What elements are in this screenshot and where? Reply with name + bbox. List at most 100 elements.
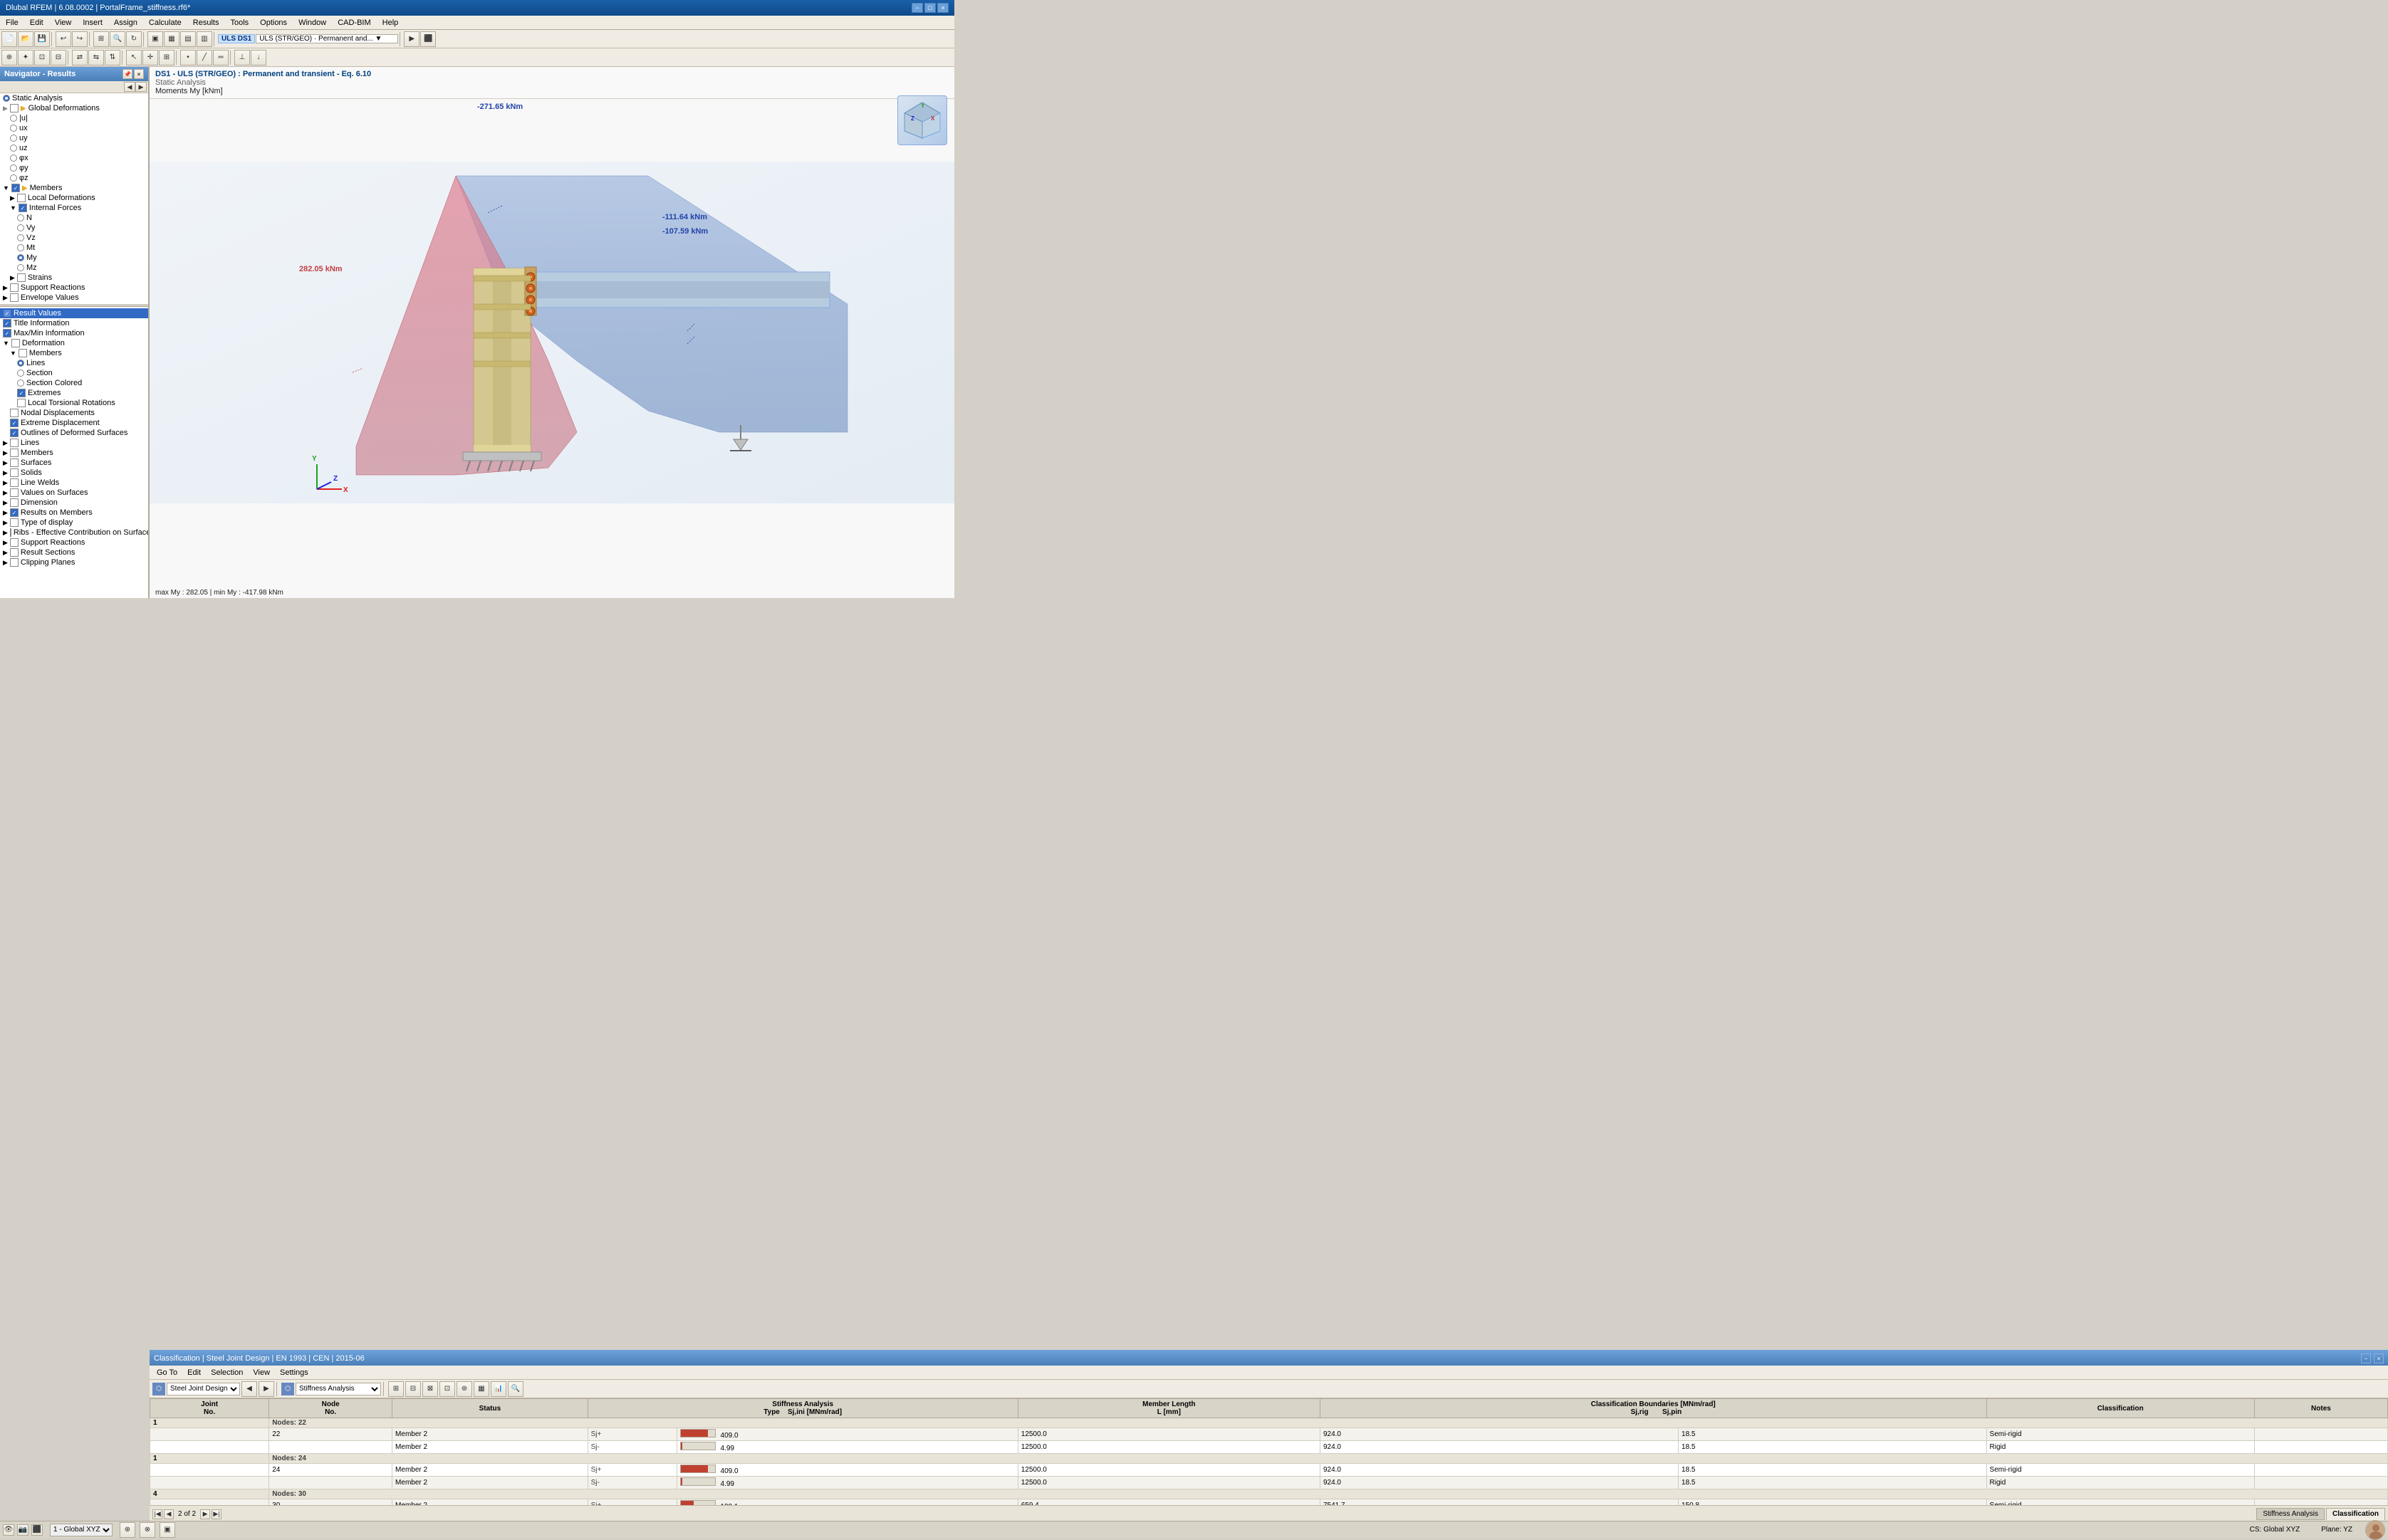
tb-btn-4[interactable]: ▥ (197, 31, 212, 47)
panel-close-btn[interactable]: × (2374, 1353, 2384, 1363)
expand-icon[interactable]: ▶ (10, 274, 15, 282)
expand-icon[interactable]: ▶ (3, 105, 8, 112)
tree-internal-forces[interactable]: ▼ ✓ Internal Forces (7, 203, 148, 213)
radio-phiy[interactable] (10, 164, 17, 172)
expand-icon[interactable]: ▶ (3, 479, 8, 487)
menu-file[interactable]: File (0, 17, 24, 28)
status-btn-1[interactable]: 👁 (3, 1524, 14, 1536)
check-nodal-disp[interactable] (10, 409, 19, 417)
check-global-def[interactable] (10, 104, 19, 112)
radio-u-abs[interactable] (10, 115, 17, 122)
tree-title-info[interactable]: ✓ Title Information (0, 318, 148, 328)
panel-tb-5[interactable]: ⊛ (457, 1381, 472, 1397)
new-btn[interactable]: 📄 (1, 31, 17, 47)
check-solids[interactable] (10, 468, 19, 477)
radio-My[interactable] (17, 254, 24, 261)
panel-tb-3[interactable]: ⊠ (422, 1381, 438, 1397)
tree-section-def[interactable]: Section (14, 368, 148, 378)
tree-outlines-deformed[interactable]: ✓ Outlines of Deformed Surfaces (7, 428, 148, 438)
tree-extremes[interactable]: ✓ Extremes (14, 388, 148, 398)
panel-tb-2[interactable]: ⊟ (405, 1381, 421, 1397)
nav-prev-btn[interactable]: ◀ (124, 82, 135, 92)
tree-members-group[interactable]: ▼ ✓ ▶ Members (0, 183, 148, 193)
check-results-members[interactable]: ✓ (10, 508, 19, 517)
tree-uz[interactable]: uz (7, 143, 148, 153)
check-surfaces[interactable] (10, 459, 19, 467)
panel-menu-selection[interactable]: Selection (207, 1368, 247, 1378)
tree-extreme-disp[interactable]: ✓ Extreme Displacement (7, 418, 148, 428)
tb-run-btn[interactable]: ▶ (404, 31, 419, 47)
design-mode-select[interactable]: Steel Joint Design (167, 1383, 240, 1395)
panel-tb-prev[interactable]: ◀ (241, 1381, 257, 1397)
panel-tb-4[interactable]: ⊡ (439, 1381, 455, 1397)
expand-icon[interactable]: ▶ (3, 499, 8, 507)
tree-maxmin-info[interactable]: ✓ Max/Min Information (0, 328, 148, 338)
check-extreme-disp[interactable]: ✓ (10, 419, 19, 427)
expand-icon[interactable]: ▶ (3, 294, 8, 302)
expand-icon[interactable]: ▶ (3, 459, 8, 467)
undo-btn[interactable]: ↩ (56, 31, 71, 47)
nav-close-btn[interactable]: × (134, 69, 144, 79)
tb2-select[interactable]: ↖ (126, 50, 142, 66)
radio-Vz[interactable] (17, 234, 24, 241)
panel-min-btn[interactable]: − (2361, 1353, 2371, 1363)
tb2-load[interactable]: ↓ (251, 50, 266, 66)
check-result-values[interactable]: ✓ (3, 309, 11, 318)
expand-icon[interactable]: ▶ (3, 449, 8, 457)
tb-btn-3[interactable]: ▤ (180, 31, 196, 47)
tree-type-display[interactable]: ▶ Type of display (0, 518, 148, 528)
check-ribs[interactable] (10, 528, 11, 537)
panel-menu-edit[interactable]: Edit (183, 1368, 205, 1378)
tb2-copy[interactable]: ⊞ (159, 50, 174, 66)
nav-next-btn[interactable]: ▶ (135, 82, 147, 92)
menu-view[interactable]: View (49, 17, 78, 28)
menu-window[interactable]: Window (293, 17, 332, 28)
tree-line-welds[interactable]: ▶ Line Welds (0, 478, 148, 488)
radio-uz[interactable] (10, 145, 17, 152)
page-next-btn[interactable]: ▶ (200, 1509, 210, 1519)
radio-section-colored[interactable] (17, 379, 24, 387)
tree-solids[interactable]: ▶ Solids (0, 468, 148, 478)
tb2-btn-6[interactable]: ⇆ (88, 50, 104, 66)
check-envelope[interactable] (10, 293, 19, 302)
tree-envelope[interactable]: ▶ Envelope Values (0, 293, 148, 303)
tree-deformation[interactable]: ▼ Deformation (0, 338, 148, 348)
tree-Mz[interactable]: Mz (14, 263, 148, 273)
expand-icon[interactable]: ▶ (3, 284, 8, 292)
check-torsional[interactable] (17, 399, 26, 407)
tree-values-surfaces[interactable]: ▶ Values on Surfaces (0, 488, 148, 498)
check-members[interactable]: ✓ (11, 184, 20, 192)
tb2-support[interactable]: ⊥ (234, 50, 250, 66)
tree-dimension[interactable]: ▶ Dimension (0, 498, 148, 508)
tb2-btn-5[interactable]: ⇄ (72, 50, 88, 66)
nav-pin-btn[interactable]: 📌 (122, 69, 132, 79)
tree-section-colored[interactable]: Section Colored (14, 378, 148, 388)
page-prev-btn[interactable]: ◀ (164, 1509, 174, 1519)
tree-lines-def[interactable]: Lines (14, 358, 148, 368)
tree-clipping-planes[interactable]: ▶ Clipping Planes (0, 557, 148, 567)
expand-icon[interactable]: ▶ (3, 559, 8, 567)
nav-cube[interactable]: X Y Z (897, 95, 947, 145)
expand-icon[interactable]: ▶ (10, 194, 15, 202)
tb2-btn-3[interactable]: ⊡ (34, 50, 50, 66)
expand-icon[interactable]: ▶ (3, 549, 8, 557)
tb2-btn-7[interactable]: ⇅ (105, 50, 120, 66)
tree-support-reactions-2[interactable]: ▶ Support Reactions (0, 538, 148, 548)
tree-strains[interactable]: ▶ Strains (7, 273, 148, 283)
check-deformation[interactable] (11, 339, 20, 347)
menu-options[interactable]: Options (254, 17, 293, 28)
tree-ribs[interactable]: ▶ Ribs - Effective Contribution on Surfa… (0, 528, 148, 538)
tree-Vz[interactable]: Vz (14, 233, 148, 243)
radio-static[interactable] (3, 95, 10, 102)
tree-Vy[interactable]: Vy (14, 223, 148, 233)
radio-N[interactable] (17, 214, 24, 221)
tb2-node[interactable]: • (180, 50, 196, 66)
tb2-btn-4[interactable]: ⊟ (51, 50, 66, 66)
panel-tb-6[interactable]: ▦ (474, 1381, 489, 1397)
radio-section[interactable] (17, 370, 24, 377)
check-result-sections[interactable] (10, 548, 19, 557)
analysis-mode-select[interactable]: Stiffness Analysis (296, 1383, 381, 1395)
expand-icon[interactable]: ▼ (10, 350, 16, 357)
check-type-display[interactable] (10, 518, 19, 527)
expand-icon[interactable]: ▼ (3, 340, 9, 347)
